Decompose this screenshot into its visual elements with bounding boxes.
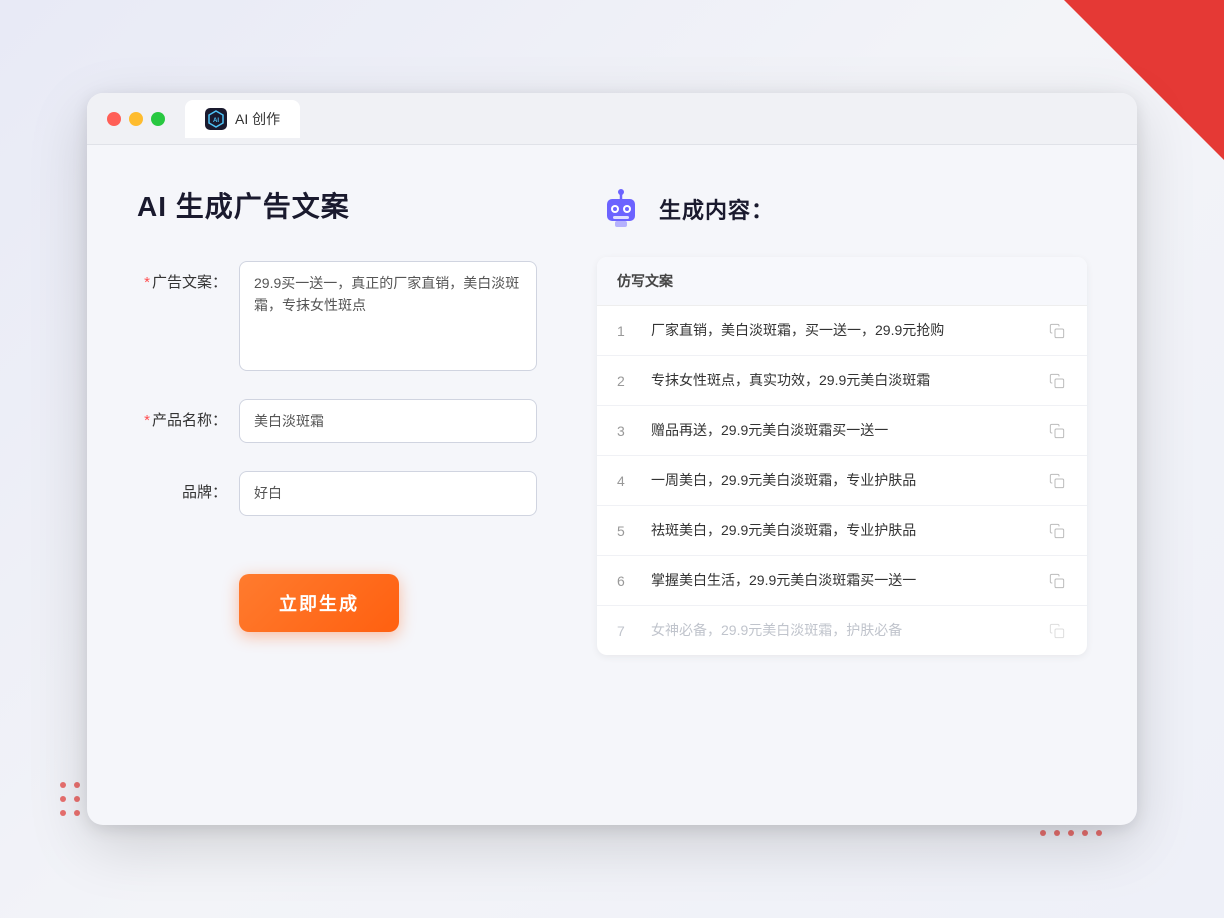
table-row: 2 专抹女性斑点，真实功效，29.9元美白淡斑霜	[597, 356, 1087, 406]
table-row-faded: 7 女神必备，29.9元美白淡斑霜，护肤必备	[597, 606, 1087, 655]
page-title: AI 生成广告文案	[137, 185, 537, 225]
app-window: AI AI 创作 AI 生成广告文案 *广告文案： 29.9买一送一，真正的厂家…	[87, 93, 1137, 825]
table-row: 4 一周美白，29.9元美白淡斑霜，专业护肤品	[597, 456, 1087, 506]
brand-input[interactable]	[239, 471, 537, 515]
tab-label: AI 创作	[235, 109, 280, 129]
row-text-7: 女神必备，29.9元美白淡斑霜，护肤必备	[651, 620, 1033, 641]
table-row: 5 祛斑美白，29.9元美白淡斑霜，专业护肤品	[597, 506, 1087, 556]
row-num-5: 5	[617, 523, 637, 539]
left-panel: AI 生成广告文案 *广告文案： 29.9买一送一，真正的厂家直销，美白淡斑霜，…	[137, 185, 537, 785]
product-name-label: *产品名称：	[137, 399, 227, 430]
row-text-2: 专抹女性斑点，真实功效，29.9元美白淡斑霜	[651, 370, 1033, 391]
row-num-7: 7	[617, 623, 637, 639]
maximize-button[interactable]	[151, 112, 165, 126]
row-text-5: 祛斑美白，29.9元美白淡斑霜，专业护肤品	[651, 520, 1033, 541]
row-num-2: 2	[617, 373, 637, 389]
row-text-4: 一周美白，29.9元美白淡斑霜，专业护肤品	[651, 470, 1033, 491]
copy-icon-4[interactable]	[1047, 471, 1067, 491]
row-num-4: 4	[617, 473, 637, 489]
copy-icon-1[interactable]	[1047, 321, 1067, 341]
copy-icon-7[interactable]	[1047, 621, 1067, 641]
result-table: 仿写文案 1 厂家直销，美白淡斑霜，买一送一，29.9元抢购 2 专抹女性斑点，…	[597, 257, 1087, 655]
generate-button[interactable]: 立即生成	[239, 574, 399, 632]
titlebar: AI AI 创作	[87, 93, 1137, 145]
required-star-2: *	[144, 412, 150, 429]
required-star-1: *	[144, 274, 150, 291]
ai-tab[interactable]: AI AI 创作	[185, 100, 300, 138]
ad-copy-label: *广告文案：	[137, 261, 227, 292]
copy-icon-5[interactable]	[1047, 521, 1067, 541]
row-text-3: 赠品再送，29.9元美白淡斑霜买一送一	[651, 420, 1033, 441]
result-header: 生成内容：	[597, 185, 1087, 233]
row-text-1: 厂家直销，美白淡斑霜，买一送一，29.9元抢购	[651, 320, 1033, 341]
table-row: 6 掌握美白生活，29.9元美白淡斑霜买一送一	[597, 556, 1087, 606]
minimize-button[interactable]	[129, 112, 143, 126]
product-name-row: *产品名称：	[137, 399, 537, 443]
row-num-1: 1	[617, 323, 637, 339]
ad-copy-row: *广告文案： 29.9买一送一，真正的厂家直销，美白淡斑霜，专抹女性斑点	[137, 261, 537, 371]
robot-icon	[597, 185, 645, 233]
copy-icon-2[interactable]	[1047, 371, 1067, 391]
result-title: 生成内容：	[659, 193, 774, 225]
row-num-3: 3	[617, 423, 637, 439]
right-panel: 生成内容： 仿写文案 1 厂家直销，美白淡斑霜，买一送一，29.9元抢购 2 专…	[597, 185, 1087, 785]
brand-row: 品牌：	[137, 471, 537, 515]
ad-copy-textarea[interactable]: 29.9买一送一，真正的厂家直销，美白淡斑霜，专抹女性斑点	[239, 261, 537, 371]
content-area: AI 生成广告文案 *广告文案： 29.9买一送一，真正的厂家直销，美白淡斑霜，…	[87, 145, 1137, 825]
close-button[interactable]	[107, 112, 121, 126]
ai-tab-icon: AI	[205, 108, 227, 130]
table-row: 3 赠品再送，29.9元美白淡斑霜买一送一	[597, 406, 1087, 456]
brand-label: 品牌：	[137, 471, 227, 502]
row-num-6: 6	[617, 573, 637, 589]
row-text-6: 掌握美白生活，29.9元美白淡斑霜买一送一	[651, 570, 1033, 591]
svg-text:AI: AI	[213, 118, 219, 124]
table-header: 仿写文案	[597, 257, 1087, 306]
product-name-input[interactable]	[239, 399, 537, 443]
table-row: 1 厂家直销，美白淡斑霜，买一送一，29.9元抢购	[597, 306, 1087, 356]
copy-icon-6[interactable]	[1047, 571, 1067, 591]
traffic-lights	[107, 112, 165, 126]
copy-icon-3[interactable]	[1047, 421, 1067, 441]
